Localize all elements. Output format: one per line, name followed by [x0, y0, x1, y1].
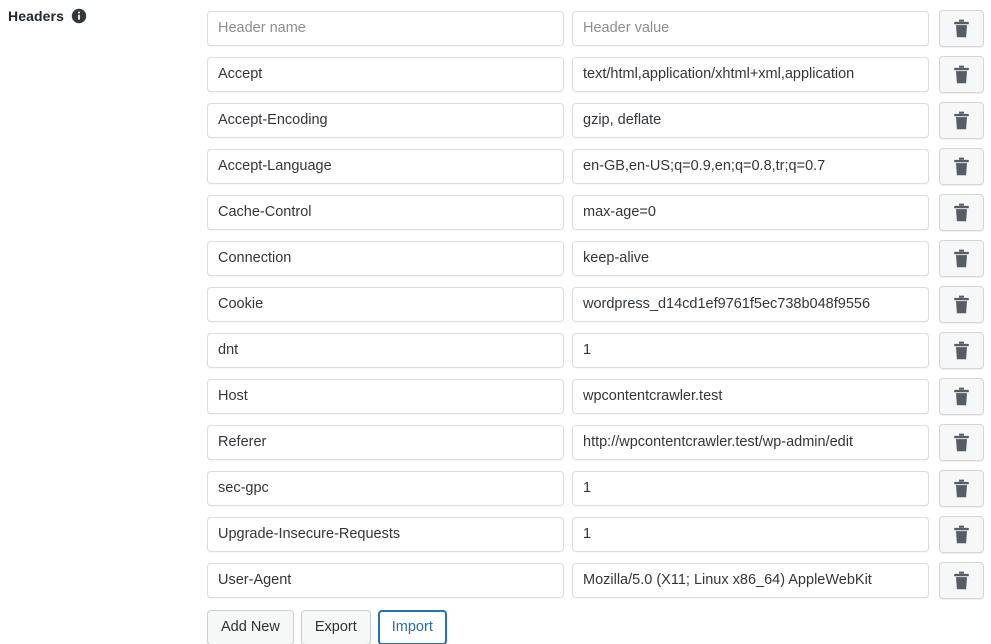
table-row — [207, 419, 991, 465]
header-name-input[interactable] — [207, 332, 564, 368]
info-circle-icon[interactable] — [71, 8, 87, 24]
table-row — [207, 465, 991, 511]
delete-header-button[interactable] — [939, 423, 984, 461]
header-name-input[interactable] — [207, 286, 564, 322]
delete-header-button[interactable] — [939, 147, 984, 185]
header-value-input[interactable] — [572, 10, 929, 46]
header-value-input[interactable] — [572, 516, 929, 552]
headers-field-label-group: Headers — [0, 8, 195, 25]
header-name-input[interactable] — [207, 10, 564, 46]
trash-icon — [954, 19, 969, 37]
trash-icon — [954, 203, 969, 221]
table-row — [207, 5, 991, 51]
header-value-input[interactable] — [572, 424, 929, 460]
header-name-input[interactable] — [207, 470, 564, 506]
delete-header-button[interactable] — [939, 101, 984, 139]
trash-icon — [954, 433, 969, 451]
table-row — [207, 143, 991, 189]
header-name-input[interactable] — [207, 148, 564, 184]
trash-icon — [954, 111, 969, 129]
header-value-input[interactable] — [572, 240, 929, 276]
table-row — [207, 97, 991, 143]
header-name-input[interactable] — [207, 562, 564, 598]
header-name-input[interactable] — [207, 424, 564, 460]
headers-rows: Add New Export Import — [207, 5, 991, 644]
delete-header-button[interactable] — [939, 9, 984, 47]
trash-icon — [954, 525, 969, 543]
trash-icon — [954, 65, 969, 83]
delete-header-button[interactable] — [939, 469, 984, 507]
add-new-button[interactable]: Add New — [207, 609, 294, 644]
table-row — [207, 235, 991, 281]
table-row — [207, 373, 991, 419]
export-button[interactable]: Export — [300, 609, 371, 644]
header-value-input[interactable] — [572, 332, 929, 368]
trash-icon — [954, 479, 969, 497]
header-name-input[interactable] — [207, 194, 564, 230]
header-value-input[interactable] — [572, 378, 929, 414]
delete-header-button[interactable] — [939, 561, 984, 599]
header-value-input[interactable] — [572, 562, 929, 598]
delete-header-button[interactable] — [939, 515, 984, 553]
page-title: Headers — [8, 8, 64, 24]
trash-icon — [954, 157, 969, 175]
table-row — [207, 327, 991, 373]
table-row — [207, 281, 991, 327]
header-name-input[interactable] — [207, 240, 564, 276]
header-value-input[interactable] — [572, 286, 929, 322]
headers-action-buttons: Add New Export Import — [207, 603, 991, 644]
delete-header-button[interactable] — [939, 331, 984, 369]
delete-header-button[interactable] — [939, 239, 984, 277]
table-row — [207, 511, 991, 557]
trash-icon — [954, 295, 969, 313]
trash-icon — [954, 571, 969, 589]
header-value-input[interactable] — [572, 148, 929, 184]
header-value-input[interactable] — [572, 194, 929, 230]
header-name-input[interactable] — [207, 56, 564, 92]
header-value-input[interactable] — [572, 102, 929, 138]
table-row — [207, 51, 991, 97]
header-name-input[interactable] — [207, 516, 564, 552]
header-value-input[interactable] — [572, 56, 929, 92]
table-row — [207, 189, 991, 235]
delete-header-button[interactable] — [939, 55, 984, 93]
table-row — [207, 557, 991, 603]
header-name-input[interactable] — [207, 378, 564, 414]
header-value-input[interactable] — [572, 470, 929, 506]
import-button[interactable]: Import — [377, 609, 447, 644]
trash-icon — [954, 387, 969, 405]
trash-icon — [954, 249, 969, 267]
delete-header-button[interactable] — [939, 285, 984, 323]
delete-header-button[interactable] — [939, 193, 984, 231]
header-name-input[interactable] — [207, 102, 564, 138]
trash-icon — [954, 341, 969, 359]
headers-settings-panel: Headers Header name Header value Accept … — [0, 0, 991, 644]
delete-header-button[interactable] — [939, 377, 984, 415]
